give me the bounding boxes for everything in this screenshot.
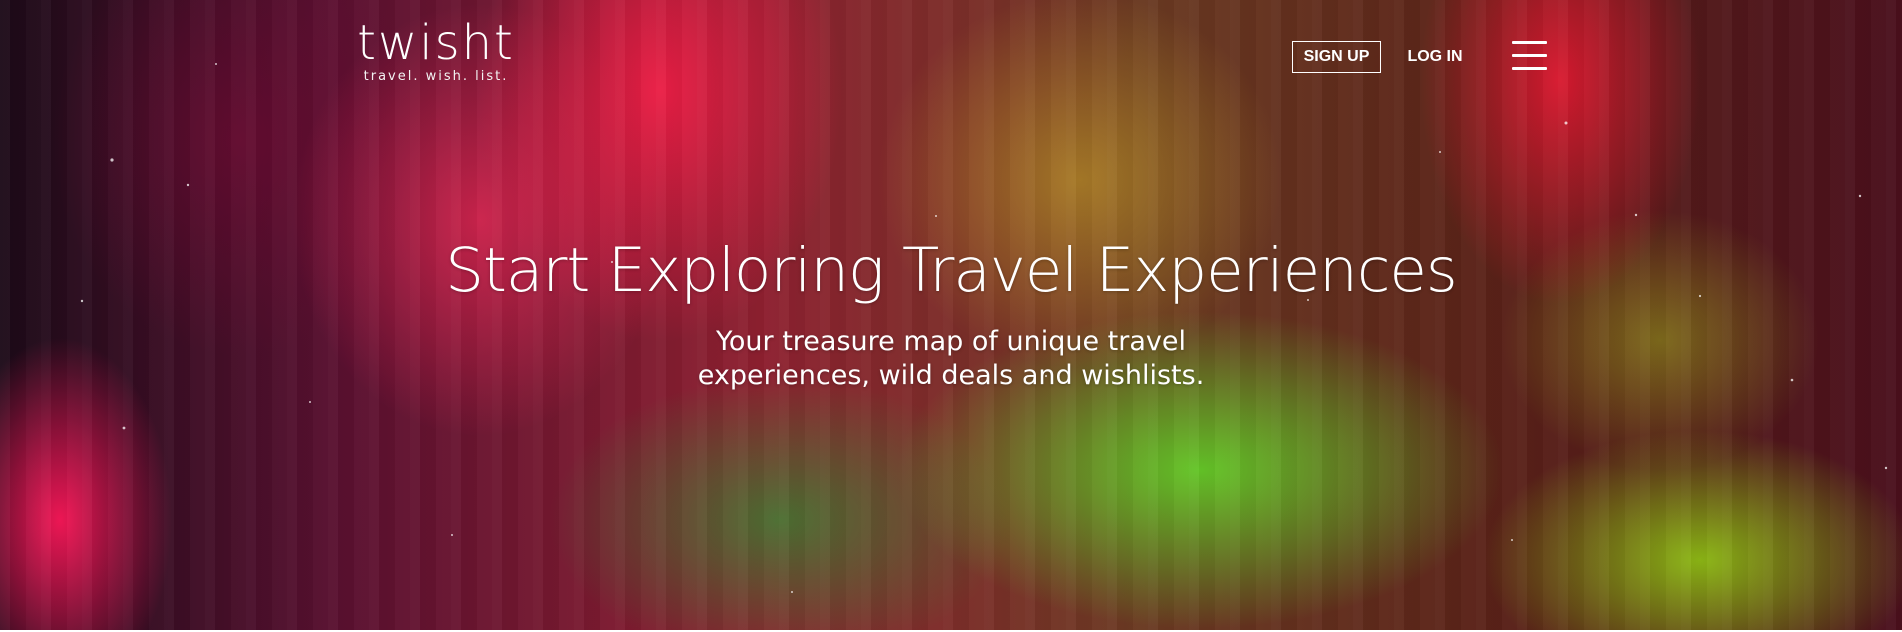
- logo-wordmark: twisht: [357, 15, 515, 71]
- sign-up-button[interactable]: SIGN UP: [1292, 41, 1381, 73]
- hero-subheadline: Your treasure map of unique travel exper…: [697, 326, 1205, 391]
- menu-bar: [1512, 54, 1547, 57]
- menu-bar: [1512, 41, 1547, 44]
- hero-headline: Start Exploring Travel Experiences: [445, 235, 1457, 306]
- hamburger-menu-icon[interactable]: [1510, 40, 1548, 72]
- stars-overlay: [80, 63, 1888, 593]
- logo-tagline: travel. wish. list.: [363, 69, 509, 84]
- menu-bar: [1512, 67, 1547, 70]
- hero-section: twisht travel. wish. list. SIGN UP LOG I…: [0, 0, 1902, 630]
- log-in-button[interactable]: LOG IN: [1397, 41, 1473, 73]
- twisht-logo[interactable]: twisht travel. wish. list.: [356, 18, 516, 84]
